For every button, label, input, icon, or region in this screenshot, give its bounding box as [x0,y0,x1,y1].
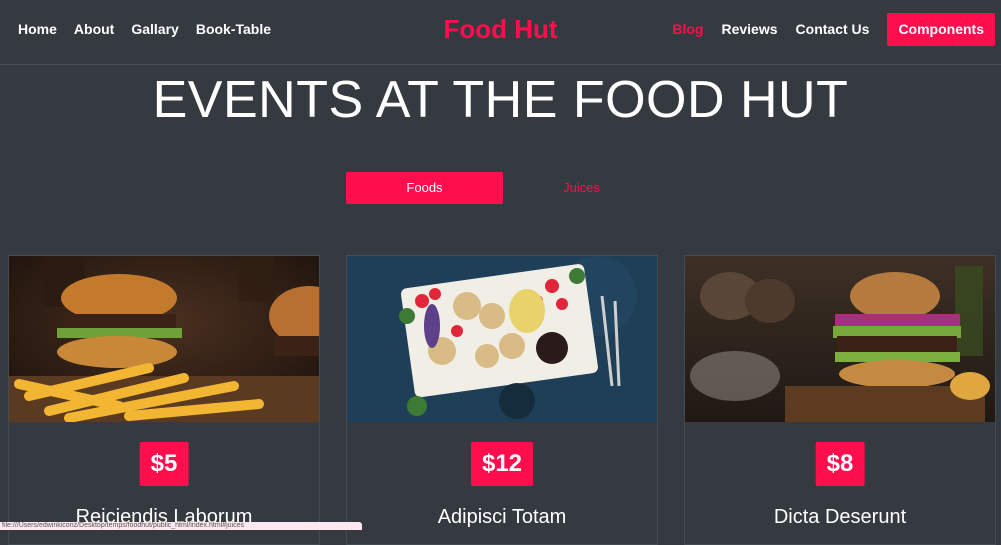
food-card[interactable]: $8 Dicta Deserunt [684,255,996,545]
tab-foods[interactable]: Foods [346,172,503,204]
components-button[interactable]: Components [887,13,995,46]
menu-tabs: Foods Juices [346,172,660,204]
card-title: Adipisci Totam [437,506,567,528]
card-title: Dicta Deserunt [773,506,907,528]
price-badge: $8 [815,442,865,486]
top-navbar: Home About Gallary Book-Table Food Hut B… [0,0,1001,65]
nav-reviews-link[interactable]: Reviews [721,21,777,38]
browser-status-url: file:///Users/edwinkiconz/Desktop/temps/… [0,522,362,530]
burger-image [685,256,995,422]
tab-juices[interactable]: Juices [503,172,660,204]
nav-contact-link[interactable]: Contact Us [796,21,870,38]
nav-right: Blog Reviews Contact Us Components [672,13,995,46]
price-badge: $5 [139,442,189,486]
nav-blog-link[interactable]: Blog [672,21,703,38]
food-card[interactable]: $5 Reiciendis Laborum [8,255,320,545]
fruit-platter-image [347,256,657,422]
burger-fries-image [9,256,319,422]
section-title: EVENTS AT THE FOOD HUT [152,71,849,129]
food-card[interactable]: $12 Adipisci Totam [346,255,658,545]
price-badge: $12 [470,442,534,486]
